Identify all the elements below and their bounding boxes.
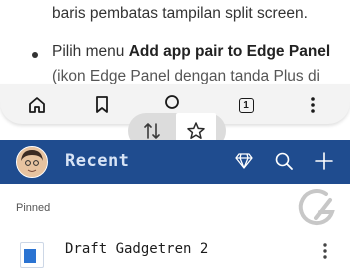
list-item-more-button[interactable] <box>322 242 328 265</box>
add-button[interactable] <box>313 150 335 172</box>
app-header: Recent <box>0 140 350 184</box>
home-icon <box>29 97 45 113</box>
home-button[interactable] <box>24 92 50 118</box>
article-bold-text: Add app pair to Edge Panel <box>128 43 331 60</box>
plus-icon <box>315 152 333 170</box>
bullet-dot-icon <box>32 52 38 58</box>
swap-vertical-icon <box>144 123 160 139</box>
article-text: Pilih menu <box>52 43 129 60</box>
more-vertical-icon <box>323 243 327 259</box>
bookmark-icon <box>96 96 108 113</box>
avatar-face-icon <box>17 147 47 177</box>
list-item[interactable]: Draft Gadgetren 2 <box>0 230 350 268</box>
search-icon <box>275 152 293 170</box>
gadgetren-logo-icon <box>296 186 340 230</box>
list-item-title: Draft Gadgetren 2 <box>65 241 209 257</box>
article-line: Pilih menu Add app pair to Edge Panel <box>52 41 330 63</box>
document-icon <box>20 242 44 268</box>
diamond-icon <box>235 153 253 169</box>
avatar[interactable] <box>16 146 48 178</box>
star-icon <box>187 122 205 139</box>
tabs-button[interactable]: 1 <box>233 92 259 118</box>
search-button[interactable] <box>273 150 295 172</box>
bookmark-button[interactable] <box>89 92 115 118</box>
search-icon <box>165 95 179 109</box>
page-title: Recent <box>65 151 130 171</box>
article-line: baris pembatas tampilan split screen. <box>52 5 308 22</box>
more-options-button[interactable] <box>300 92 326 118</box>
tab-count-badge: 1 <box>238 97 254 113</box>
section-label-pinned: Pinned <box>16 202 51 214</box>
more-vertical-icon <box>311 97 315 113</box>
premium-button[interactable] <box>233 150 255 172</box>
